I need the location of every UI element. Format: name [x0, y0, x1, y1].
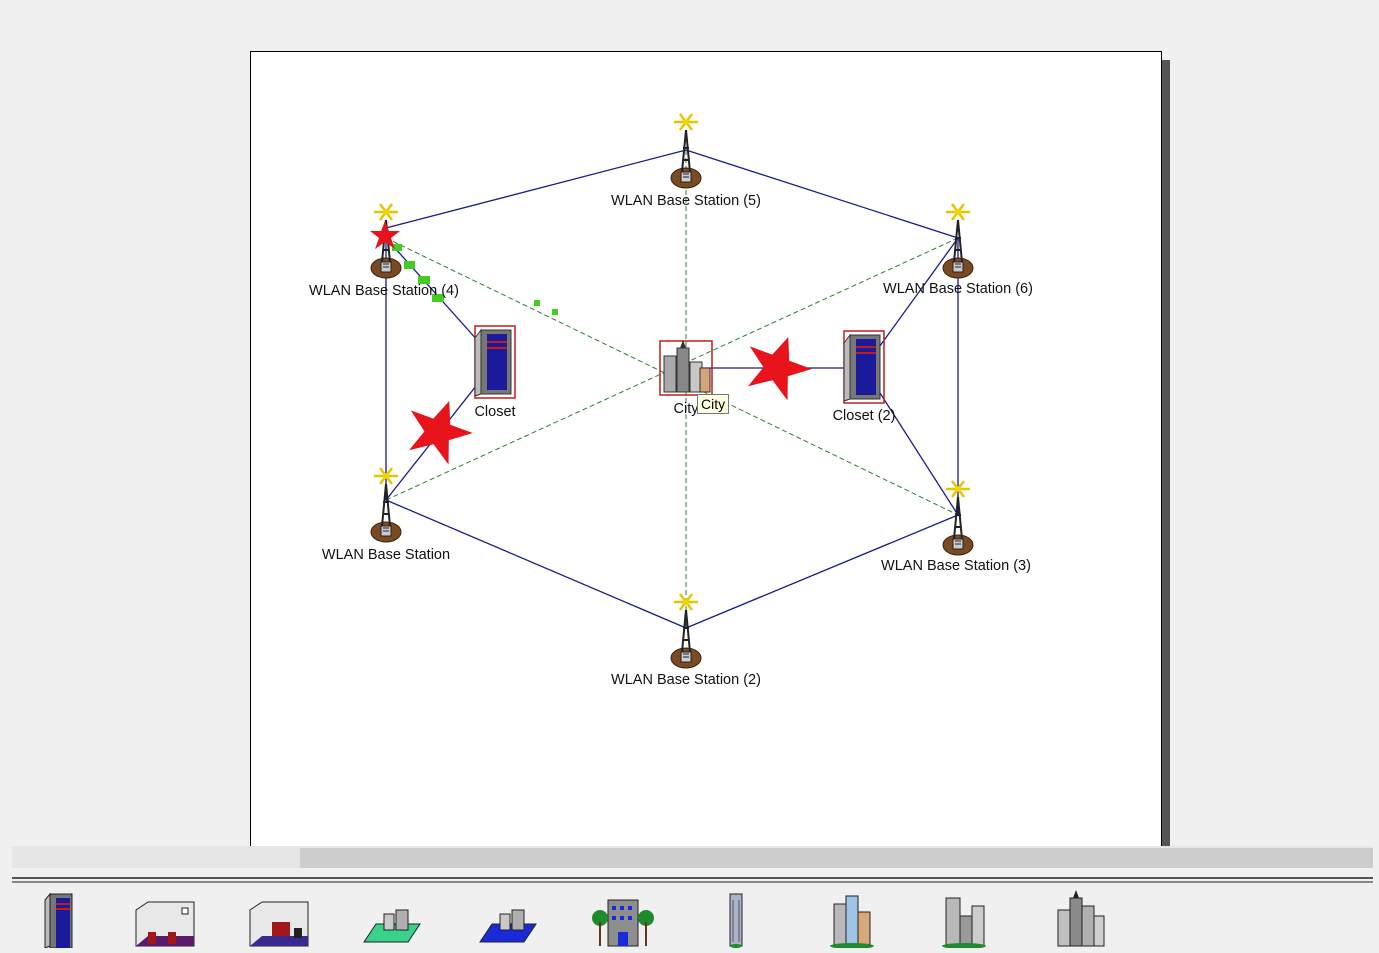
closet[interactable]: Closet — [474, 325, 516, 420]
node-label: City — [674, 401, 700, 417]
wlan-base-station-6[interactable]: WLAN Base Station (6) — [883, 202, 1033, 297]
building-trees-icon — [592, 899, 654, 947]
closet-2[interactable]: Closet (2) — [833, 330, 896, 424]
palette-campus-green[interactable] — [358, 888, 428, 948]
horizontal-scrollbar[interactable] — [12, 846, 1373, 868]
palette-building-trees[interactable] — [588, 888, 658, 948]
node-label: WLAN Base Station (5) — [611, 193, 761, 209]
palette-office[interactable] — [130, 888, 200, 948]
packet — [404, 261, 415, 269]
node-label: Closet (2) — [833, 408, 896, 424]
link-bs2-bs1[interactable] — [385, 499, 687, 629]
wlan-base-station-4[interactable]: WLAN Base Station (4) — [309, 202, 459, 299]
closet-icon — [44, 892, 73, 949]
office-icon — [135, 901, 195, 947]
wlan-base-station-3[interactable]: WLAN Base Station (3) — [881, 479, 1031, 574]
node-label: Closet — [474, 404, 515, 420]
link-bs4-bs5[interactable] — [385, 149, 687, 229]
palette-campus-blue[interactable] — [474, 888, 544, 948]
network-diagram: WLAN Base Station (5) WLAN Base Station … — [309, 112, 1033, 688]
tooltip: City — [697, 394, 730, 414]
failure-star-icon — [748, 336, 812, 401]
palette-city-block[interactable] — [818, 888, 888, 949]
node-label: WLAN Base Station (6) — [883, 281, 1033, 297]
node-label: WLAN Base Station — [322, 547, 450, 563]
city-large-icon — [1057, 890, 1105, 947]
packet — [534, 300, 540, 306]
object-palette — [12, 884, 1373, 949]
link-failures — [370, 221, 812, 465]
palette-office-2[interactable] — [244, 888, 314, 948]
office-2-icon — [249, 901, 309, 947]
failure-star-icon — [409, 400, 473, 465]
node-label: WLAN Base Station (3) — [881, 558, 1031, 574]
palette-city[interactable] — [930, 888, 1000, 949]
palette-divider — [12, 877, 1373, 883]
palette-tower[interactable] — [702, 888, 772, 948]
scrollbar-thumb[interactable] — [300, 848, 1373, 868]
campus-green-icon — [363, 909, 421, 943]
node-label: WLAN Base Station (2) — [611, 672, 761, 688]
tower-icon — [729, 893, 743, 948]
campus-blue-icon — [479, 909, 537, 943]
city-block-icon — [830, 895, 874, 949]
city-icon — [942, 897, 986, 949]
node-label: WLAN Base Station (4) — [309, 283, 459, 299]
palette-closet[interactable] — [26, 888, 96, 949]
palette-city-large[interactable] — [1046, 888, 1116, 948]
packet — [552, 309, 558, 315]
